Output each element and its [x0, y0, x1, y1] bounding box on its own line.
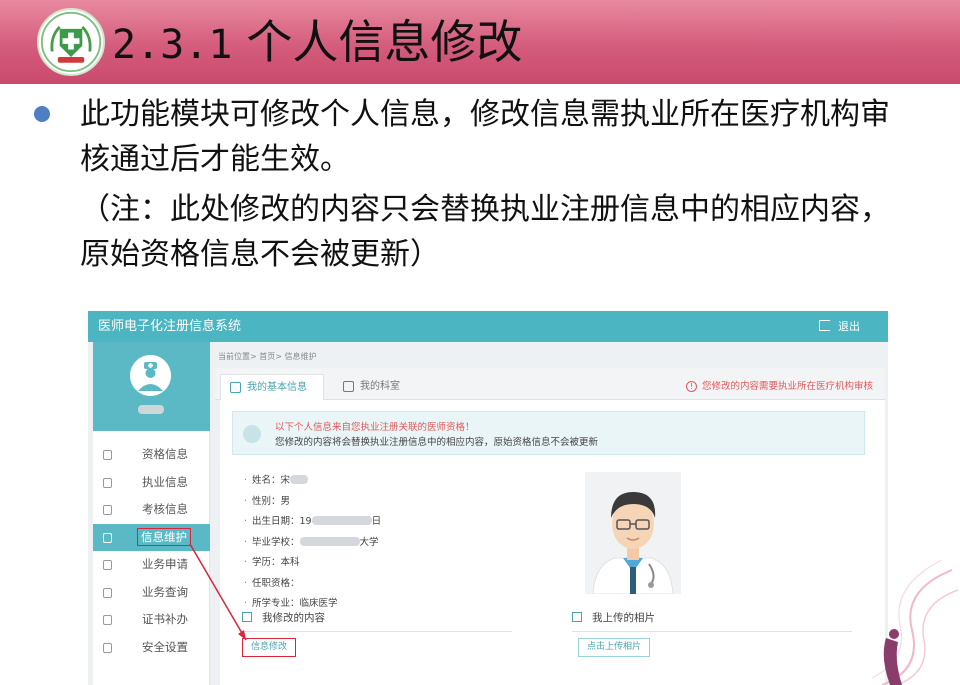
review-warning: ! 您修改的内容需要执业所在医疗机构审核: [685, 374, 873, 400]
sidebar-item-security[interactable]: 安全设置: [93, 634, 210, 662]
sidebar-item-query[interactable]: 业务查询: [93, 579, 210, 607]
info-value: 临床医学: [299, 598, 338, 609]
upload-photo-button[interactable]: 点击上传相片: [578, 638, 650, 657]
headset-icon: [103, 477, 112, 488]
info-row-gender: 性别：男: [242, 492, 542, 513]
info-label: 性别：: [252, 495, 281, 507]
clipboard-icon: [103, 505, 112, 515]
sidebar-item-certificate[interactable]: 证书补办: [93, 606, 210, 634]
basic-info-panel: 以下个人信息来自您执业注册关联的医师资格！ 您修改的内容将会替换执业注册信息中的…: [220, 400, 885, 685]
sidebar-item-label: 执业信息: [142, 474, 188, 489]
my-changes-section: 我修改的内容: [242, 610, 512, 632]
plus-square-icon: [343, 381, 354, 392]
doctor-photo: [585, 472, 681, 594]
app-topbar: 医师电子化注册信息系统 退出: [88, 311, 888, 342]
sidebar-item-label: 业务查询: [142, 584, 188, 599]
description-paragraph: 此功能模块可修改个人信息，修改信息需执业所在医疗机构审核通过后才能生效。: [80, 97, 890, 177]
review-warning-text: 您修改的内容需要执业所在医疗机构审核: [701, 381, 873, 392]
my-photos-section: 我上传的相片: [572, 610, 852, 632]
edit-icon: [103, 560, 112, 570]
info-row-name: 姓名：宋: [242, 471, 542, 492]
info-icon: [243, 425, 261, 443]
info-value: 男: [280, 495, 291, 507]
tab-department[interactable]: 我的科室: [334, 374, 414, 400]
tab-label: 我的科室: [360, 381, 400, 392]
info-row-education: 学历：本科: [242, 553, 542, 574]
logout-icon: [819, 320, 830, 331]
user-icon: [230, 382, 241, 393]
info-label: 所学专业：: [252, 598, 300, 609]
description: 此功能模块可修改个人信息，修改信息需执业所在医疗机构审核通过后才能生效。 （注：…: [80, 92, 910, 277]
sidebar-item-info-maintenance[interactable]: 信息维护: [93, 523, 210, 551]
section-number: 2.3.1: [112, 22, 233, 68]
username-blurred: [138, 405, 164, 414]
logout-button[interactable]: 退出: [819, 311, 860, 342]
divider: [572, 631, 852, 632]
edit-icon: [242, 612, 252, 622]
notice-box: 以下个人信息来自您执业注册关联的医师资格！ 您修改的内容将会替换执业注册信息中的…: [232, 411, 865, 455]
user-lock-icon: [103, 642, 112, 653]
decorative-swirl: [872, 560, 959, 685]
warning-icon: !: [685, 381, 697, 392]
sidebar-item-assessment[interactable]: 考核信息: [93, 496, 210, 524]
profile-box: [93, 342, 210, 431]
redaction: [290, 475, 309, 484]
description-note: （注：此处修改的内容只会替换执业注册信息中的相应内容，原始资格信息不会被更新）: [80, 192, 890, 272]
tab-basic-info[interactable]: 我的基本信息: [220, 374, 324, 400]
notice-line-2: 您修改的内容将会替换执业注册信息中的相应内容，原始资格信息不会被更新: [275, 437, 599, 448]
sidebar-item-qualification[interactable]: 资格信息: [93, 441, 210, 469]
info-suffix: 大学: [359, 536, 379, 548]
redaction: [311, 516, 372, 525]
info-label: 出生日期：: [252, 516, 300, 527]
info-value: 本科: [280, 557, 300, 568]
photo-icon: [572, 612, 582, 622]
slide-header: 2.3.1 个人信息修改: [0, 0, 960, 84]
sidebar: 资格信息 执业信息 考核信息 信息维护 业务申请 业务查询 证书补办 安全设置: [93, 342, 210, 685]
bullet-dot-icon: [34, 106, 50, 122]
sidebar-item-application[interactable]: 业务申请: [93, 551, 210, 579]
title-text: 个人信息修改: [246, 15, 523, 69]
info-label: 姓名：: [252, 475, 281, 486]
sidebar-menu: 资格信息 执业信息 考核信息 信息维护 业务申请 业务查询 证书补办 安全设置: [93, 441, 210, 661]
sidebar-item-label: 资格信息: [142, 447, 188, 461]
info-edit-button[interactable]: 信息修改: [242, 638, 296, 657]
divider: [242, 631, 512, 632]
slide-title: 2.3.1 个人信息修改: [112, 10, 522, 74]
info-value: 宋: [280, 475, 291, 486]
info-value: 19: [299, 516, 312, 527]
info-row-school: 毕业学校： 大学: [242, 533, 542, 554]
info-label: 学历：: [252, 557, 281, 568]
notice-line-1: 以下个人信息来自您执业注册关联的医师资格！: [275, 422, 475, 433]
breadcrumb: 当前位置> 首页> 信息维护: [218, 352, 317, 361]
tab-label: 我的基本信息: [247, 382, 307, 393]
sidebar-item-label: 考核信息: [142, 502, 188, 516]
sidebar-item-label: 证书补办: [142, 612, 188, 626]
info-suffix: 日: [371, 516, 382, 527]
sidebar-item-label: 信息维护: [137, 527, 191, 546]
avatar[interactable]: [130, 355, 171, 396]
document-icon: [103, 450, 112, 460]
logout-label: 退出: [838, 320, 860, 333]
info-label: 任职资格：: [252, 577, 300, 589]
info-row-birthdate: 出生日期：19 日: [242, 512, 542, 533]
medical-logo-icon: [37, 8, 105, 76]
app-screenshot: 医师电子化注册信息系统 退出 资格信息 执业信息 考核信息 信息维护 业务申请: [88, 311, 888, 685]
my-changes-heading: 我修改的内容: [262, 612, 325, 624]
my-photos-heading: 我上传的相片: [592, 612, 655, 624]
sidebar-item-label: 安全设置: [142, 639, 188, 654]
main-content: 当前位置> 首页> 信息维护 我的基本信息 我的科室 ! 您修改的内容需要执业所在…: [215, 342, 888, 685]
search-doc-icon: [103, 587, 112, 598]
sidebar-item-practice[interactable]: 执业信息: [93, 469, 210, 497]
certificate-icon: [103, 615, 112, 625]
info-list: 姓名：宋 性别：男 出生日期：19 日 毕业学校： 大学 学历：本科 任职资格： 所…: [242, 471, 542, 615]
sidebar-item-label: 业务申请: [142, 557, 188, 571]
card-icon: [103, 532, 112, 543]
app-title: 医师电子化注册信息系统: [98, 319, 242, 334]
info-row-title: 任职资格：: [242, 574, 542, 595]
redaction: [299, 536, 360, 546]
tabs-bar: 我的基本信息 我的科室 ! 您修改的内容需要执业所在医疗机构审核: [215, 368, 885, 400]
info-label: 毕业学校：: [252, 536, 300, 548]
